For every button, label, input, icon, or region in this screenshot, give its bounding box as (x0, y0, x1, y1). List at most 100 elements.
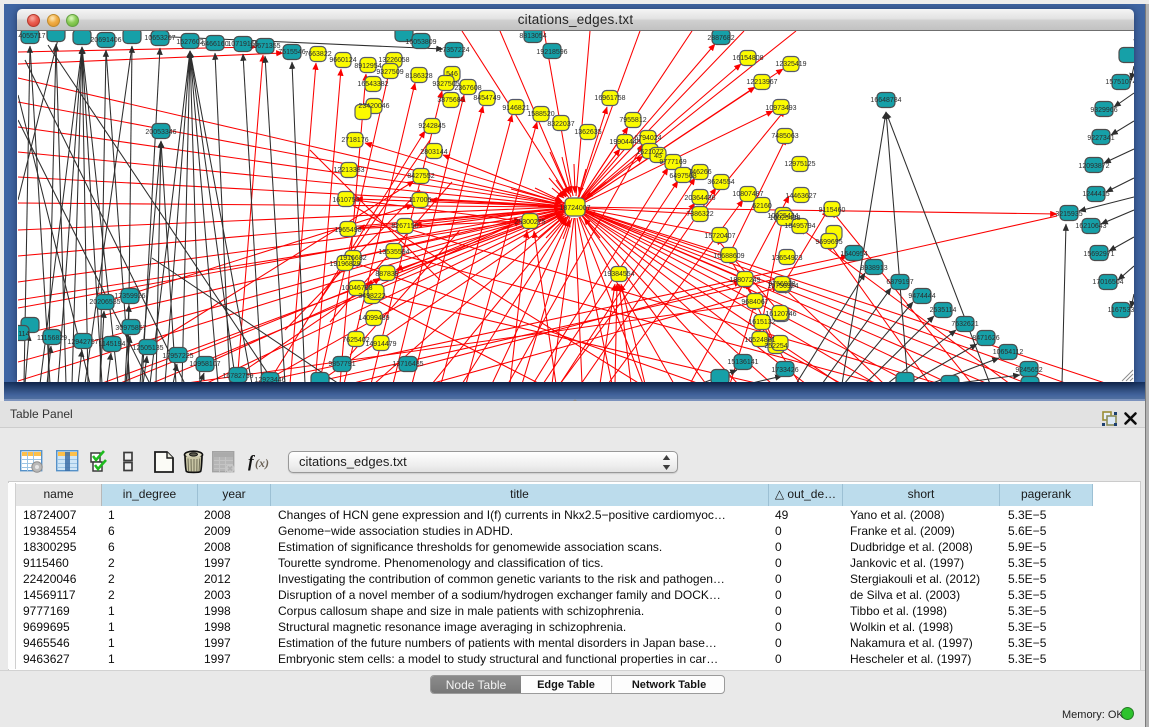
svg-text:2803144: 2803144 (420, 149, 447, 156)
svg-text:16961758: 16961758 (594, 95, 625, 102)
svg-text:9660124: 9660124 (329, 57, 356, 64)
svg-text:9227341: 9227341 (1087, 135, 1114, 142)
svg-text:17957225: 17957225 (162, 353, 193, 360)
svg-text:62160: 62160 (752, 203, 772, 210)
svg-text:20691406: 20691406 (90, 37, 121, 44)
svg-text:10958107: 10958107 (189, 361, 220, 368)
svg-text:2367608: 2367608 (454, 85, 481, 92)
svg-text:10807487: 10807487 (732, 191, 763, 198)
svg-text:7632621: 7632621 (951, 321, 978, 328)
svg-text:10653267: 10653267 (144, 35, 175, 42)
svg-text:6794024: 6794024 (634, 135, 661, 142)
svg-text:1167533: 1167533 (1108, 307, 1134, 314)
svg-text:12975125: 12975125 (784, 161, 815, 168)
svg-text:9115460: 9115460 (819, 207, 846, 214)
svg-text:9329966: 9329966 (1090, 107, 1117, 114)
svg-text:17016504: 17016504 (1092, 279, 1123, 286)
svg-text:252254: 252254 (764, 343, 787, 350)
svg-text:9699695: 9699695 (815, 239, 842, 246)
svg-text:546: 546 (446, 71, 458, 78)
svg-text:3624554: 3624554 (707, 179, 734, 186)
svg-text:1640954: 1640954 (840, 251, 867, 258)
svg-text:10046768: 10046768 (341, 285, 372, 292)
svg-text:7663822: 7663822 (304, 51, 331, 58)
svg-text:10025438: 10025438 (769, 215, 800, 222)
svg-text:39114: 39114 (18, 331, 30, 338)
svg-text:3215935: 3215935 (1055, 211, 1082, 218)
svg-text:8186328: 8186328 (405, 73, 432, 80)
svg-text:1733426: 1733426 (771, 367, 798, 374)
svg-text:12923446: 12923446 (254, 377, 285, 382)
svg-text:14055717: 14055717 (18, 33, 46, 40)
svg-text:2887682: 2887682 (707, 35, 734, 42)
svg-text:25300275: 25300275 (514, 219, 545, 226)
svg-text:17359926: 17359926 (114, 293, 145, 300)
svg-text:16120746: 16120746 (765, 311, 796, 318)
svg-text:16210643: 16210643 (1075, 223, 1106, 230)
svg-text:1362635: 1362635 (574, 129, 601, 136)
svg-text:19196829: 19196829 (329, 261, 360, 268)
svg-text:117006: 117006 (409, 197, 432, 204)
svg-text:8471626: 8471626 (972, 335, 999, 342)
svg-text:8322037: 8322037 (547, 121, 574, 128)
svg-text:3875685: 3875685 (437, 97, 464, 104)
svg-text:7386322: 7386322 (686, 211, 713, 218)
svg-text:1588520: 1588520 (527, 111, 554, 118)
svg-text:12325419: 12325419 (775, 61, 806, 68)
svg-text:1615132: 1615132 (748, 319, 775, 326)
svg-text:13716485: 13716485 (392, 361, 423, 368)
svg-text:1527602: 1527602 (176, 39, 203, 46)
svg-text:10688609: 10688609 (713, 253, 744, 260)
svg-text:746266: 746266 (688, 169, 711, 176)
svg-text:15136141: 15136141 (727, 359, 758, 366)
svg-text:1610755: 1610755 (332, 197, 359, 204)
svg-text:17357224: 17357224 (438, 47, 469, 54)
svg-text:12942757: 12942757 (67, 339, 98, 346)
svg-text:18495794: 18495794 (784, 223, 815, 230)
svg-text:12505135: 12505135 (132, 345, 163, 352)
svg-text:8454749: 8454749 (473, 95, 500, 102)
svg-text:16782759: 16782759 (222, 373, 253, 380)
svg-text:887835: 887835 (375, 271, 398, 278)
svg-text:14914479: 14914479 (365, 341, 396, 348)
svg-text:7955812: 7955812 (619, 117, 646, 124)
svg-text:16543382: 16543382 (357, 81, 388, 88)
svg-text:16154808: 16154808 (732, 55, 763, 62)
svg-text:18807249: 18807249 (729, 277, 760, 284)
svg-text:7515546: 7515546 (278, 49, 305, 56)
svg-text:16053809: 16053809 (405, 39, 436, 46)
svg-text:30975857: 30975857 (115, 325, 146, 332)
svg-text:15751074: 15751074 (1105, 79, 1134, 86)
svg-text:8938913: 8938913 (860, 265, 887, 272)
svg-text:10973493: 10973493 (765, 105, 796, 112)
svg-text:13226058: 13226058 (378, 57, 409, 64)
svg-text:23420046: 23420046 (358, 103, 389, 110)
svg-text:8427552: 8427552 (407, 173, 434, 180)
svg-text:11156829: 11156829 (37, 335, 67, 342)
svg-text:9777169: 9777169 (659, 159, 686, 166)
svg-text:13654923: 13654923 (771, 255, 802, 262)
svg-text:9756928: 9756928 (768, 281, 795, 288)
svg-text:7485063: 7485063 (771, 133, 798, 140)
svg-text:9474444: 9474444 (908, 293, 935, 300)
svg-text:9857791: 9857791 (328, 361, 355, 368)
svg-text:2535114: 2535114 (930, 307, 957, 314)
svg-text:9245652: 9245652 (1015, 367, 1042, 374)
svg-text:9327509: 9327509 (376, 69, 403, 76)
svg-text:19384554: 19384554 (603, 271, 634, 278)
svg-text:6879197: 6879197 (886, 279, 913, 286)
svg-text:12213967: 12213967 (746, 79, 777, 86)
svg-text:6466160: 6466160 (201, 41, 228, 48)
svg-text:19218596: 19218596 (536, 49, 567, 56)
svg-text:14099489: 14099489 (358, 315, 389, 322)
svg-text:1244415: 1244415 (1082, 191, 1109, 198)
svg-text:2718176: 2718176 (341, 137, 368, 144)
svg-text:20364436: 20364436 (684, 195, 715, 202)
svg-text:3498222: 3498222 (358, 293, 385, 300)
svg-text:13535594: 13535594 (378, 249, 409, 256)
svg-text:14463627: 14463627 (785, 193, 816, 200)
svg-text:16648784: 16648784 (870, 97, 901, 104)
svg-text:9242845: 9242845 (418, 123, 445, 130)
svg-text:12093872: 12093872 (1078, 163, 1109, 170)
svg-text:1145194: 1145194 (99, 341, 126, 348)
